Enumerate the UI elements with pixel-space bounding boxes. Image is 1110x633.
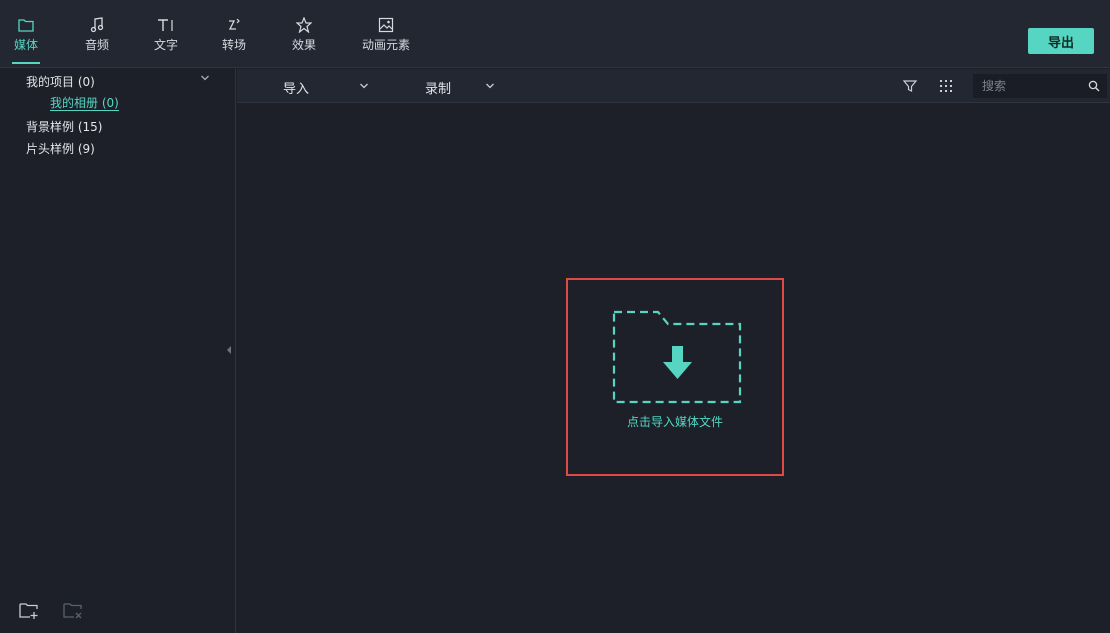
tab-text-label: 文字 <box>154 38 179 52</box>
folder-icon <box>18 16 34 34</box>
media-toolbar: 导入 录制 <box>237 69 1110 103</box>
tab-effects-label: 效果 <box>292 38 317 52</box>
tab-audio[interactable]: 音频 <box>85 16 109 66</box>
import-button[interactable]: 导入 <box>283 78 309 97</box>
filter-icon[interactable] <box>902 78 918 94</box>
music-note-icon <box>90 16 104 34</box>
tab-media[interactable]: 媒体 <box>11 16 41 66</box>
tab-effects[interactable]: 效果 <box>292 16 316 66</box>
tab-media-label: 媒体 <box>14 38 39 52</box>
sidebar-item-my-projects[interactable]: 我的项目 (0) <box>26 73 95 90</box>
image-icon <box>378 16 394 34</box>
sidebar-item-my-album[interactable]: 我的相册 (0) <box>50 96 119 111</box>
search-icon[interactable] <box>1088 80 1100 92</box>
import-media-label: 点击导入媒体文件 <box>626 415 723 429</box>
import-folder-icon <box>612 310 742 404</box>
tab-audio-label: 音频 <box>85 38 110 52</box>
collapse-sidebar-icon[interactable] <box>226 345 232 355</box>
import-dropdown-icon[interactable] <box>359 81 369 91</box>
media-content-area: 点击导入媒体文件 <box>237 104 1110 633</box>
tab-text[interactable]: 文字 <box>154 16 178 66</box>
top-bar: 媒体 音频 文字 转场 效果 动画元素 导出 <box>0 0 1110 68</box>
chevron-down-icon[interactable] <box>200 73 210 83</box>
record-dropdown-icon[interactable] <box>485 81 495 91</box>
sidebar-item-intro-samples[interactable]: 片头样例 (9) <box>26 140 95 157</box>
delete-folder-icon[interactable] <box>62 599 84 621</box>
search-input[interactable] <box>974 79 1078 93</box>
sidebar-item-background-samples[interactable]: 背景样例 (15) <box>26 118 102 135</box>
tab-transition-label: 转场 <box>222 38 247 52</box>
tab-transition[interactable]: 转场 <box>222 16 246 66</box>
import-media-dropzone[interactable]: 点击导入媒体文件 <box>566 278 784 476</box>
search-box <box>973 74 1107 98</box>
transition-icon <box>226 16 242 34</box>
effects-icon <box>296 16 312 34</box>
tab-elements[interactable]: 动画元素 <box>362 16 410 66</box>
record-button[interactable]: 录制 <box>425 78 451 97</box>
export-button[interactable]: 导出 <box>1028 28 1094 54</box>
media-library-sidebar: 我的项目 (0) 我的相册 (0) 背景样例 (15) 片头样例 (9) <box>0 69 236 633</box>
new-folder-icon[interactable] <box>18 599 40 621</box>
grid-view-icon[interactable] <box>938 78 954 94</box>
text-icon <box>157 16 175 34</box>
tab-elements-label: 动画元素 <box>362 38 411 52</box>
